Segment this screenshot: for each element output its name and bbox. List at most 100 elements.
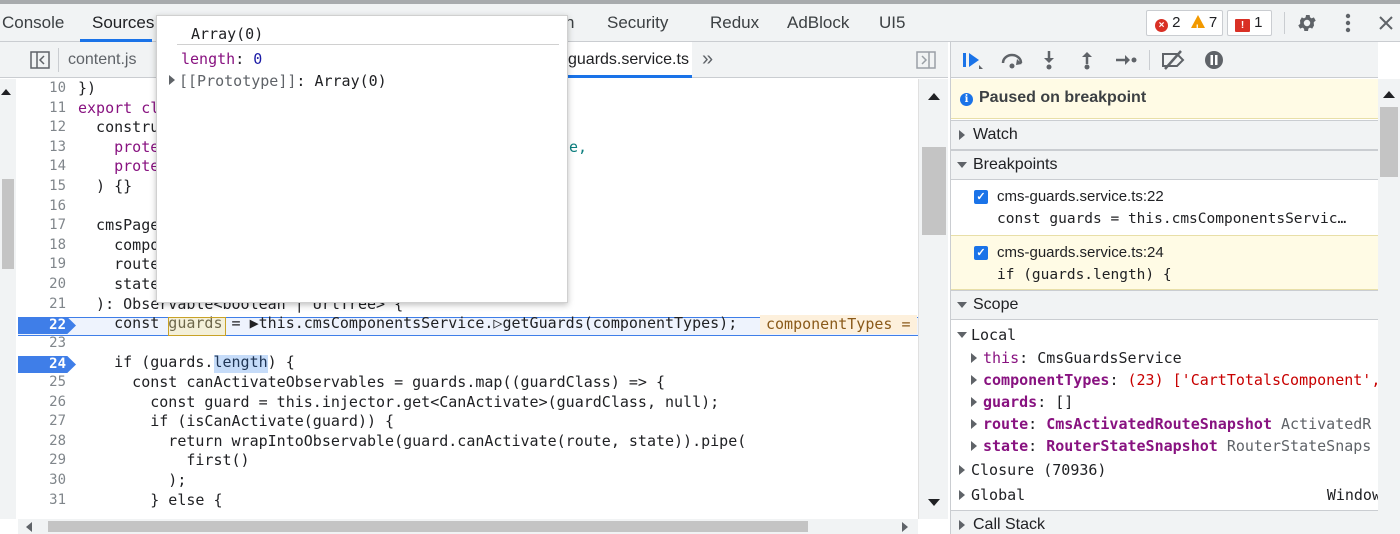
expanded-arrow-icon <box>957 162 967 168</box>
breakpoints-section-header[interactable]: Breakpoints <box>951 150 1378 180</box>
code-line: }) <box>78 79 97 97</box>
popover-prototype-row[interactable]: [[Prototype]]: Array(0) <box>169 72 387 90</box>
line-number[interactable]: 30 <box>18 471 72 491</box>
code-line: return wrapIntoObservable(guard.canActiv… <box>78 431 747 450</box>
hovered-variable-highlight[interactable] <box>168 317 226 336</box>
more-tabs-icon[interactable]: » <box>702 42 713 78</box>
deactivate-breakpoints-icon[interactable] <box>1161 50 1187 70</box>
console-counters[interactable]: × 2 ! 7 <box>1146 10 1223 36</box>
breakpoint-item-active[interactable]: ✓ cms-guards.service.ts:24 if (guards.le… <box>951 235 1378 290</box>
code-line: ); <box>78 471 187 489</box>
call-stack-section-header[interactable]: Call Stack <box>951 510 1378 534</box>
value-preview-popover[interactable]: Array(0) length: 0 [[Prototype]]: Array(… <box>156 15 568 303</box>
scroll-thumb[interactable] <box>922 147 946 235</box>
popover-divider <box>177 44 559 45</box>
expand-arrow-icon[interactable] <box>169 75 175 85</box>
more-options-icon[interactable] <box>1338 12 1358 34</box>
collapsed-arrow-icon <box>971 375 977 385</box>
step-over-icon[interactable] <box>999 50 1025 70</box>
scope-section-header[interactable]: Scope <box>951 290 1378 320</box>
step-icon[interactable] <box>1115 50 1137 70</box>
scroll-thumb[interactable] <box>48 521 808 532</box>
pause-on-exceptions-icon[interactable] <box>1203 49 1225 71</box>
line-number[interactable]: 27 <box>18 412 72 432</box>
line-number[interactable]: 20 <box>18 275 72 295</box>
scroll-thumb[interactable] <box>2 179 14 269</box>
scope-local-row[interactable]: Local <box>957 324 1016 346</box>
line-number[interactable]: 23 <box>18 334 72 354</box>
editor-left-gutter-scrollbar[interactable] <box>0 79 16 519</box>
tab-security[interactable]: Security <box>607 4 668 42</box>
line-number[interactable]: 18 <box>18 236 72 256</box>
close-devtools-icon[interactable] <box>1376 12 1396 34</box>
expanded-arrow-icon <box>957 332 967 338</box>
code-line: cmsPage <box>78 216 160 235</box>
debugger-toolbar <box>951 42 1378 78</box>
sidebar-scrollbar[interactable] <box>1378 79 1400 534</box>
scope-global-row[interactable]: Global Window <box>959 484 1378 506</box>
tab-adblock[interactable]: AdBlock <box>787 4 849 42</box>
editor-vertical-scrollbar[interactable] <box>918 79 948 519</box>
scope-var-this[interactable]: this: CmsGuardsService <box>971 347 1182 369</box>
breakpoint-checkbox[interactable]: ✓ <box>974 190 988 204</box>
code-line: const guard = this.injector.get<CanActiv… <box>78 392 720 411</box>
breakpoint-item[interactable]: ✓ cms-guards.service.ts:22 const guards … <box>951 180 1378 235</box>
resume-icon[interactable] <box>961 50 983 70</box>
settings-gear-icon[interactable] <box>1296 12 1318 34</box>
line-number[interactable]: 11 <box>18 99 72 119</box>
var-value: [] <box>1055 393 1074 411</box>
var-type: ActivatedR <box>1281 415 1372 433</box>
code-line: prote <box>78 157 160 176</box>
breakpoint-checkbox[interactable]: ✓ <box>974 246 988 260</box>
error-icon: × <box>1155 19 1168 32</box>
breakpoint-marker-22[interactable]: 22 <box>18 317 76 334</box>
line-number[interactable]: 10 <box>18 79 72 99</box>
scroll-right-icon[interactable] <box>902 522 908 532</box>
toggle-debugger-icon[interactable] <box>916 51 936 69</box>
line-number[interactable]: 25 <box>18 373 72 393</box>
line-number[interactable]: 21 <box>18 295 72 315</box>
line-number[interactable]: 14 <box>18 157 72 177</box>
scroll-down-icon[interactable] <box>928 499 940 506</box>
scroll-left-icon[interactable] <box>26 522 32 532</box>
var-name: state <box>983 437 1029 455</box>
scope-var-state[interactable]: state: RouterStateSnapshot RouterStateSn… <box>971 435 1371 457</box>
line-number[interactable]: 28 <box>18 432 72 452</box>
paused-banner: i Paused on breakpoint <box>951 79 1378 119</box>
tab-sources[interactable]: Sources <box>92 4 154 42</box>
file-tab-content-js[interactable]: content.js <box>68 42 136 78</box>
line-number[interactable]: 12 <box>18 118 72 138</box>
scope-var-guards[interactable]: guards: [] <box>971 391 1074 413</box>
tab-console[interactable]: Console <box>2 4 64 42</box>
line-number[interactable]: 31 <box>18 491 72 511</box>
scroll-up-icon[interactable] <box>928 93 940 100</box>
scroll-up-icon[interactable] <box>1 89 11 95</box>
line-number[interactable]: 29 <box>18 451 72 471</box>
var-value: (23) ['CartTotalsComponent', <box>1127 371 1379 389</box>
issues-counter[interactable]: ! 1 <box>1227 10 1272 36</box>
code-line: route <box>78 255 160 274</box>
divider <box>1284 12 1285 34</box>
scroll-up-icon[interactable] <box>1383 91 1395 98</box>
line-number[interactable]: 13 <box>18 138 72 158</box>
tab-redux[interactable]: Redux <box>710 4 759 42</box>
breakpoint-marker-24[interactable]: 24 <box>18 356 76 373</box>
scope-title: Scope <box>973 296 1019 313</box>
selected-text-highlight <box>214 355 268 373</box>
watch-section-header[interactable]: Watch <box>951 120 1378 150</box>
step-out-icon[interactable] <box>1079 50 1095 70</box>
scope-var-route[interactable]: route: CmsActivatedRouteSnapshot Activat… <box>971 413 1372 435</box>
line-number[interactable]: 17 <box>18 216 72 236</box>
step-into-icon[interactable] <box>1041 50 1057 70</box>
line-number[interactable]: 16 <box>18 197 72 217</box>
line-number[interactable]: 15 <box>18 177 72 197</box>
toggle-navigator-icon[interactable] <box>30 51 50 69</box>
file-tab-active[interactable]: guards.service.ts × <box>568 42 692 106</box>
tab-ui5[interactable]: UI5 <box>879 4 905 42</box>
line-number[interactable]: 26 <box>18 393 72 413</box>
editor-horizontal-scrollbar[interactable] <box>18 519 918 534</box>
scope-closure-row[interactable]: Closure (70936) <box>959 459 1106 481</box>
line-number[interactable]: 19 <box>18 255 72 275</box>
scope-var-componentTypes[interactable]: componentTypes: (23) ['CartTotalsCompone… <box>971 369 1379 391</box>
scroll-thumb[interactable] <box>1380 107 1398 177</box>
